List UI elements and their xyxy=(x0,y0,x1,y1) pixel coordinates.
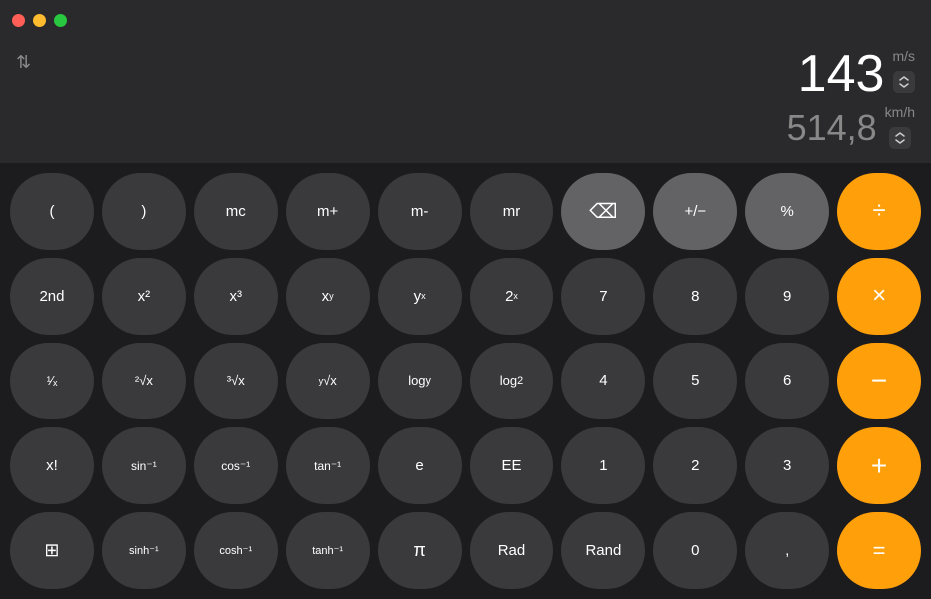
button-row-4: x! sin⁻¹ cos⁻¹ tan⁻¹ e EE 1 2 3 + xyxy=(10,427,921,504)
arccosh-button[interactable]: cosh⁻¹ xyxy=(194,512,278,589)
backspace-button[interactable]: ⌫ xyxy=(561,173,645,250)
euler-button[interactable]: e xyxy=(378,427,462,504)
primary-unit: m/s xyxy=(892,48,915,64)
swap-icon[interactable]: ⇅ xyxy=(16,52,31,73)
close-paren-button[interactable]: ) xyxy=(102,173,186,250)
divide-button[interactable]: ÷ xyxy=(837,173,921,250)
two-button[interactable]: 2 xyxy=(653,427,737,504)
log-y-button[interactable]: logy xyxy=(378,343,462,420)
m-plus-button[interactable]: m+ xyxy=(286,173,370,250)
subtract-button[interactable]: − xyxy=(837,343,921,420)
one-over-x-button[interactable]: ¹⁄ₓ xyxy=(10,343,94,420)
mr-button[interactable]: mr xyxy=(470,173,554,250)
button-row-2: 2nd x² x³ xy yx 2x 7 8 9 × xyxy=(10,258,921,335)
yth-root-button[interactable]: y√x xyxy=(286,343,370,420)
add-button[interactable]: + xyxy=(837,427,921,504)
multiply-button[interactable]: × xyxy=(837,258,921,335)
eight-button[interactable]: 8 xyxy=(653,258,737,335)
secondary-unit: km/h xyxy=(885,104,915,120)
open-paren-button[interactable]: ( xyxy=(10,173,94,250)
three-button[interactable]: 3 xyxy=(745,427,829,504)
secondary-unit-stepper[interactable] xyxy=(889,127,911,149)
button-row-5: ⊞ sinh⁻¹ cosh⁻¹ tanh⁻¹ π Rad Rand 0 , = xyxy=(10,512,921,589)
equals-button[interactable]: = xyxy=(837,512,921,589)
mc-button[interactable]: mc xyxy=(194,173,278,250)
button-row-3: ¹⁄ₓ ²√x ³√x y√x logy log2 4 5 6 − xyxy=(10,343,921,420)
factorial-button[interactable]: x! xyxy=(10,427,94,504)
four-button[interactable]: 4 xyxy=(561,343,645,420)
sqrt-button[interactable]: ²√x xyxy=(102,343,186,420)
arcsin-button[interactable]: sin⁻¹ xyxy=(102,427,186,504)
cbrt-button[interactable]: ³√x xyxy=(194,343,278,420)
one-button[interactable]: 1 xyxy=(561,427,645,504)
minimize-button[interactable] xyxy=(33,14,46,27)
primary-display-row: ⇅ 143 m/s xyxy=(16,48,915,100)
decimal-button[interactable]: , xyxy=(745,512,829,589)
nine-button[interactable]: 9 xyxy=(745,258,829,335)
close-button[interactable] xyxy=(12,14,25,27)
button-row-1: ( ) mc m+ m- mr ⌫ +/− % ÷ xyxy=(10,173,921,250)
arccos-button[interactable]: cos⁻¹ xyxy=(194,427,278,504)
secondary-unit-wrapper: km/h xyxy=(885,104,915,149)
second-button[interactable]: 2nd xyxy=(10,258,94,335)
six-button[interactable]: 6 xyxy=(745,343,829,420)
x-cubed-button[interactable]: x³ xyxy=(194,258,278,335)
y-to-x-button[interactable]: yx xyxy=(378,258,462,335)
secondary-value: 514,8 xyxy=(787,110,877,146)
log-2-button[interactable]: log2 xyxy=(470,343,554,420)
primary-value: 143 xyxy=(798,48,885,100)
seven-button[interactable]: 7 xyxy=(561,258,645,335)
primary-unit-wrapper: m/s xyxy=(892,48,915,93)
zero-button[interactable]: 0 xyxy=(653,512,737,589)
traffic-lights xyxy=(12,14,67,27)
arctan-button[interactable]: tan⁻¹ xyxy=(286,427,370,504)
pi-button[interactable]: π xyxy=(378,512,462,589)
primary-unit-stepper[interactable] xyxy=(893,71,915,93)
grid-button[interactable]: ⊞ xyxy=(10,512,94,589)
rand-button[interactable]: Rand xyxy=(561,512,645,589)
x-to-y-button[interactable]: xy xyxy=(286,258,370,335)
x-squared-button[interactable]: x² xyxy=(102,258,186,335)
percent-button[interactable]: % xyxy=(745,173,829,250)
rad-button[interactable]: Rad xyxy=(470,512,554,589)
ee-button[interactable]: EE xyxy=(470,427,554,504)
plus-minus-button[interactable]: +/− xyxy=(653,173,737,250)
display-area: ⇅ 143 m/s 514,8 km/h xyxy=(0,40,931,163)
arctanh-button[interactable]: tanh⁻¹ xyxy=(286,512,370,589)
five-button[interactable]: 5 xyxy=(653,343,737,420)
secondary-display-row: 514,8 km/h xyxy=(16,104,915,151)
m-minus-button[interactable]: m- xyxy=(378,173,462,250)
buttons-area: ( ) mc m+ m- mr ⌫ +/− % ÷ 2nd x² x³ xy y… xyxy=(0,163,931,599)
maximize-button[interactable] xyxy=(54,14,67,27)
two-to-x-button[interactable]: 2x xyxy=(470,258,554,335)
title-bar xyxy=(0,0,931,40)
arcsinh-button[interactable]: sinh⁻¹ xyxy=(102,512,186,589)
